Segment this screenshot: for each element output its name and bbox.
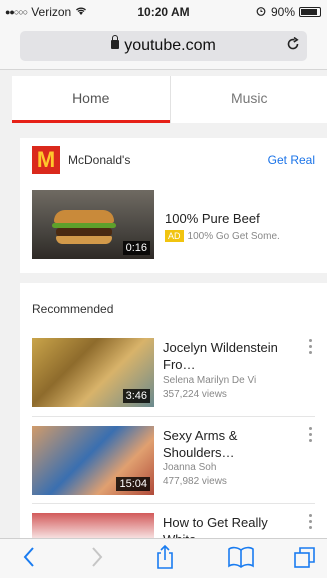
video-channel: Selena Marilyn De Vi [163,375,257,386]
video-item[interactable]: 15:04 Sexy Arms & Shoulders… Joanna Soh … [20,417,327,504]
mcdonalds-logo[interactable]: M [32,146,60,174]
more-options-icon[interactable] [309,427,312,445]
ad-video-thumbnail[interactable]: 0:16 [32,190,154,259]
video-item[interactable]: 3:46 Jocelyn Wildenstein Fro… Selena Mar… [20,329,327,416]
video-views: 477,982 views [163,476,227,487]
video-thumbnail[interactable]: 15:04 [32,426,154,495]
ad-description: 100% Go Get Some. [187,231,280,242]
ad-title[interactable]: 100% Pure Beef [165,211,260,226]
video-duration: 15:04 [116,477,150,491]
forward-icon[interactable] [90,546,104,574]
ad-badge: AD [165,230,184,242]
battery-icon [299,7,321,17]
bookmarks-icon[interactable] [227,546,255,574]
tab-music[interactable]: Music [169,76,327,123]
status-bar: ●●○○○ Verizon 10:20 AM 90% [0,0,327,24]
reload-icon[interactable] [286,36,300,56]
url-text: youtube.com [124,37,216,54]
address-bar[interactable]: youtube.com [20,31,307,61]
video-views: 357,224 views [163,389,227,400]
back-icon[interactable] [22,546,36,574]
more-options-icon[interactable] [309,514,312,532]
video-duration: 0:16 [122,241,150,255]
tabs-icon[interactable] [293,546,317,576]
video-duration: 3:46 [122,389,150,403]
recommended-section: Recommended 3:46 Jocelyn Wildenstein Fro… [20,283,327,578]
tab-home[interactable]: Home [12,76,170,123]
ad-header: M McDonald's Get Real [32,146,327,174]
ad-subtitle: AD 100% Go Get Some. [165,230,280,242]
battery-percent: 90% [270,5,295,19]
alarm-icon [255,5,267,19]
video-channel: Joanna Soh [163,462,217,473]
share-icon[interactable] [155,544,175,576]
burger-image [52,210,116,244]
video-title[interactable]: Sexy Arms & Shoulders… [163,427,293,461]
browser-header: youtube.com [0,24,327,70]
ad-card[interactable]: M McDonald's Get Real 0:16 100% Pure Bee… [20,138,327,273]
ad-cta-link[interactable]: Get Real [268,153,315,167]
video-title[interactable]: Jocelyn Wildenstein Fro… [163,339,293,373]
lock-icon [111,35,120,49]
tab-bar: Home Music [12,76,327,123]
section-title: Recommended [32,302,114,316]
advertiser-name[interactable]: McDonald's [68,153,130,167]
video-thumbnail[interactable]: 3:46 [32,338,154,407]
browser-toolbar [0,538,327,578]
more-options-icon[interactable] [309,339,312,357]
